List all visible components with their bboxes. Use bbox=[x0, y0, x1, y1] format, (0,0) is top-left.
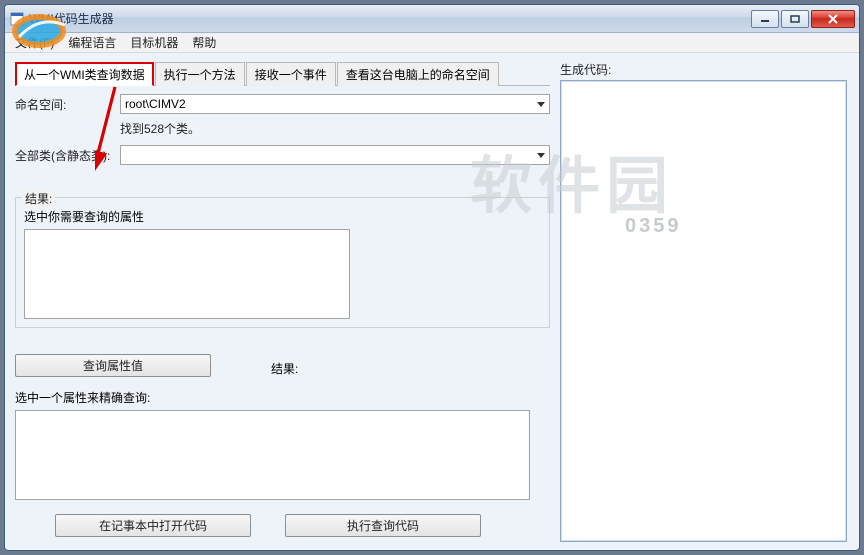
combo-namespace-value: root\CIMV2 bbox=[125, 97, 186, 111]
label-result2: 结果: bbox=[271, 360, 298, 377]
tab-query-class[interactable]: 从一个WMI类查询数据 bbox=[15, 62, 154, 86]
content-area: 从一个WMI类查询数据 执行一个方法 接收一个事件 查看这台电脑上的命名空间 命… bbox=[5, 53, 859, 550]
maximize-button[interactable] bbox=[781, 10, 809, 28]
listbox-properties[interactable] bbox=[24, 229, 350, 319]
row-namespace: 命名空间: root\CIMV2 bbox=[15, 94, 550, 114]
menu-lang[interactable]: 编程语言 bbox=[62, 32, 122, 53]
query-value-button[interactable]: 查询属性值 bbox=[15, 354, 211, 377]
combo-allclasses[interactable] bbox=[120, 145, 550, 165]
tab-strip: 从一个WMI类查询数据 执行一个方法 接收一个事件 查看这台电脑上的命名空间 bbox=[15, 61, 550, 86]
menu-target[interactable]: 目标机器 bbox=[124, 32, 184, 53]
label-select-one: 选中一个属性来精确查询: bbox=[15, 389, 550, 406]
label-namespace: 命名空间: bbox=[15, 96, 120, 113]
row-allclasses: 全部类(含静态类): bbox=[15, 145, 550, 165]
menubar: 文件(F) 编程语言 目标机器 帮助 bbox=[5, 33, 859, 53]
combo-namespace[interactable]: root\CIMV2 bbox=[120, 94, 550, 114]
tab-exec-method[interactable]: 执行一个方法 bbox=[155, 62, 245, 86]
label-select-prop: 选中你需要查询的属性 bbox=[24, 208, 541, 225]
window-title: WMI代码生成器 bbox=[29, 10, 751, 27]
close-button[interactable] bbox=[811, 10, 855, 28]
listbox-precise[interactable] bbox=[15, 410, 530, 500]
menu-file[interactable]: 文件(F) bbox=[9, 32, 60, 53]
textarea-gen-code[interactable] bbox=[560, 80, 847, 542]
bottom-buttons: 在记事本中打开代码 执行查询代码 bbox=[15, 514, 550, 537]
group-result: 结果: 选中你需要查询的属性 bbox=[15, 197, 550, 328]
right-pane: 生成代码: bbox=[560, 53, 859, 550]
app-window: WMI代码生成器 文件(F) 编程语言 目标机器 帮助 从一个WMI类查询数据 … bbox=[4, 4, 860, 551]
tab-view-namespaces[interactable]: 查看这台电脑上的命名空间 bbox=[337, 62, 499, 86]
label-gen-code: 生成代码: bbox=[560, 61, 847, 78]
exec-code-button[interactable]: 执行查询代码 bbox=[285, 514, 481, 537]
menu-help[interactable]: 帮助 bbox=[186, 32, 222, 53]
found-status: 找到528个类。 bbox=[120, 120, 550, 137]
minimize-button[interactable] bbox=[751, 10, 779, 28]
group-result-label: 结果: bbox=[22, 190, 55, 207]
left-pane: 从一个WMI类查询数据 执行一个方法 接收一个事件 查看这台电脑上的命名空间 命… bbox=[5, 53, 560, 550]
row-query: 查询属性值 结果: bbox=[15, 354, 550, 383]
app-icon bbox=[9, 11, 25, 27]
label-allclasses: 全部类(含静态类): bbox=[15, 147, 120, 164]
tab-receive-event[interactable]: 接收一个事件 bbox=[246, 62, 336, 86]
open-notepad-button[interactable]: 在记事本中打开代码 bbox=[55, 514, 251, 537]
window-buttons bbox=[751, 10, 855, 28]
titlebar: WMI代码生成器 bbox=[5, 5, 859, 33]
